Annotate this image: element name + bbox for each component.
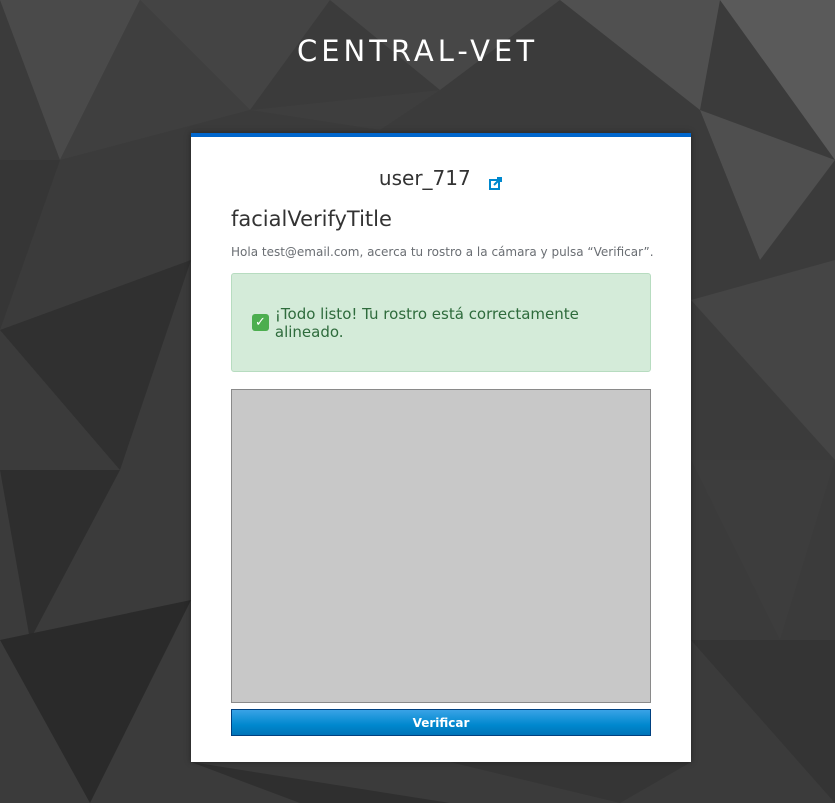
user-header: user_717 [191,164,691,190]
success-alert: ✓ ¡Todo listo! Tu rostro está correctame… [231,273,651,372]
external-link-icon[interactable] [489,171,503,190]
alert-message: ¡Todo listo! Tu rostro está correctament… [274,304,579,341]
verification-card: user_717 facialVerifyTitle Hola test@ema… [191,133,691,762]
app-brand: CENTRAL-VET [296,34,539,68]
instructions-text: Hola test@email.com, acerca tu rostro a … [231,245,654,259]
check-mark-icon: ✓ [252,314,269,331]
username: user_717 [378,165,471,190]
page-title: facialVerifyTitle [231,207,392,231]
camera-feed [231,389,651,703]
verify-button[interactable]: Verificar [231,709,651,736]
